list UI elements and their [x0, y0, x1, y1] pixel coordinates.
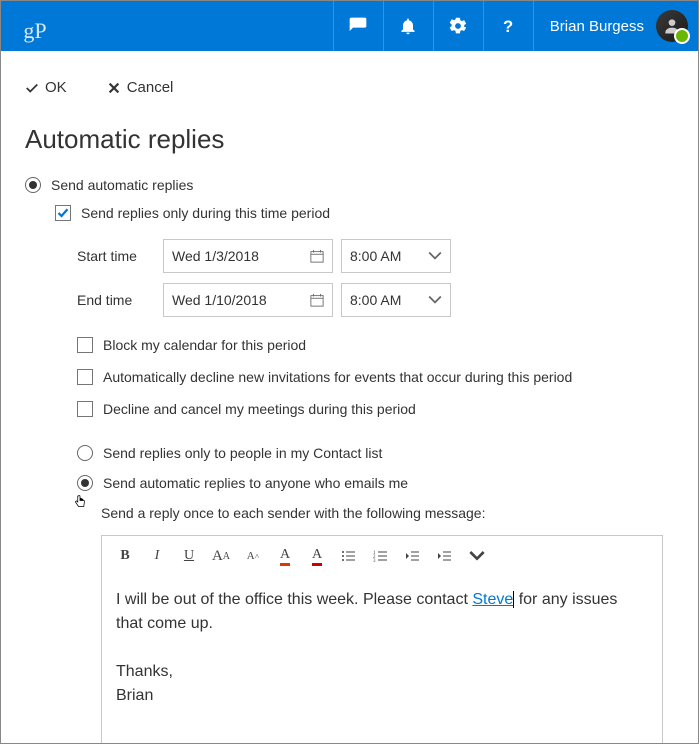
font-size-up-button[interactable]: AA [206, 542, 236, 570]
chat-icon[interactable] [333, 1, 383, 51]
bell-icon[interactable] [383, 1, 433, 51]
number-list-button[interactable]: 123 [366, 542, 396, 570]
calendar-icon [310, 249, 324, 263]
end-date-value: Wed 1/10/2018 [172, 292, 267, 308]
end-time-label: End time [77, 292, 155, 308]
sig-line-1: Thanks, [116, 663, 173, 680]
help-icon[interactable]: ? [483, 1, 533, 51]
font-size-down-button[interactable]: A˄ [238, 542, 268, 570]
top-bar: gP ? Brian Burgess [1, 1, 698, 51]
body-link[interactable]: Steve [472, 591, 514, 608]
page-title: Automatic replies [25, 124, 674, 155]
message-editor: B I U AA A˄ A A 123 I will be out of the… [101, 535, 663, 743]
calendar-icon [310, 293, 324, 307]
end-time-value: 8:00 AM [350, 292, 401, 308]
ok-button[interactable]: OK [25, 79, 67, 96]
time-period-checkbox[interactable] [55, 205, 71, 221]
start-date-value: Wed 1/3/2018 [172, 248, 259, 264]
underline-button[interactable]: U [174, 542, 204, 570]
end-date-input[interactable]: Wed 1/10/2018 [163, 283, 333, 317]
end-time-input[interactable]: 8:00 AM [341, 283, 451, 317]
cursor-hand-icon [71, 493, 89, 514]
gear-icon[interactable] [433, 1, 483, 51]
bullet-list-button[interactable] [334, 542, 364, 570]
chevron-down-icon [428, 293, 442, 307]
decline-cancel-label: Decline and cancel my meetings during th… [103, 401, 416, 417]
svg-text:?: ? [503, 17, 513, 36]
start-time-value: 8:00 AM [350, 248, 401, 264]
send-auto-radio[interactable] [25, 177, 41, 193]
check-icon [25, 81, 39, 95]
indent-button[interactable] [430, 542, 460, 570]
chevron-down-icon [428, 249, 442, 263]
svg-text:3: 3 [373, 559, 376, 564]
anyone-label: Send automatic replies to anyone who ema… [103, 475, 408, 491]
start-time-label: Start time [77, 248, 155, 264]
bold-button[interactable]: B [110, 542, 140, 570]
reply-description: Send a reply once to each sender with th… [101, 505, 674, 521]
anyone-radio[interactable] [77, 475, 93, 491]
contacts-only-label: Send replies only to people in my Contac… [103, 445, 382, 461]
sig-line-2: Brian [116, 687, 153, 704]
decline-cancel-checkbox[interactable] [77, 401, 93, 417]
time-period-label: Send replies only during this time perio… [81, 205, 330, 221]
block-calendar-label: Block my calendar for this period [103, 337, 306, 353]
content-scroll[interactable]: OK Cancel Automatic replies Send automat… [1, 51, 698, 743]
cancel-button[interactable]: Cancel [107, 79, 174, 96]
ok-label: OK [45, 79, 67, 96]
outdent-button[interactable] [398, 542, 428, 570]
italic-button[interactable]: I [142, 542, 172, 570]
more-tools-button[interactable] [462, 542, 492, 570]
editor-toolbar: B I U AA A˄ A A 123 [102, 536, 662, 576]
app-logo: gP [1, 8, 51, 44]
contacts-only-radio[interactable] [77, 445, 93, 461]
block-calendar-checkbox[interactable] [77, 337, 93, 353]
close-icon [107, 81, 121, 95]
auto-decline-label: Automatically decline new invitations fo… [103, 369, 572, 385]
start-date-input[interactable]: Wed 1/3/2018 [163, 239, 333, 273]
font-color-button[interactable]: A [270, 542, 300, 570]
highlight-button[interactable]: A [302, 542, 332, 570]
cancel-label: Cancel [127, 79, 174, 96]
editor-body[interactable]: I will be out of the office this week. P… [102, 576, 662, 743]
auto-decline-checkbox[interactable] [77, 369, 93, 385]
body-text-pre: I will be out of the office this week. P… [116, 591, 472, 608]
user-name[interactable]: Brian Burgess [533, 1, 656, 51]
start-time-input[interactable]: 8:00 AM [341, 239, 451, 273]
avatar[interactable] [656, 10, 688, 42]
send-auto-label: Send automatic replies [51, 177, 193, 193]
